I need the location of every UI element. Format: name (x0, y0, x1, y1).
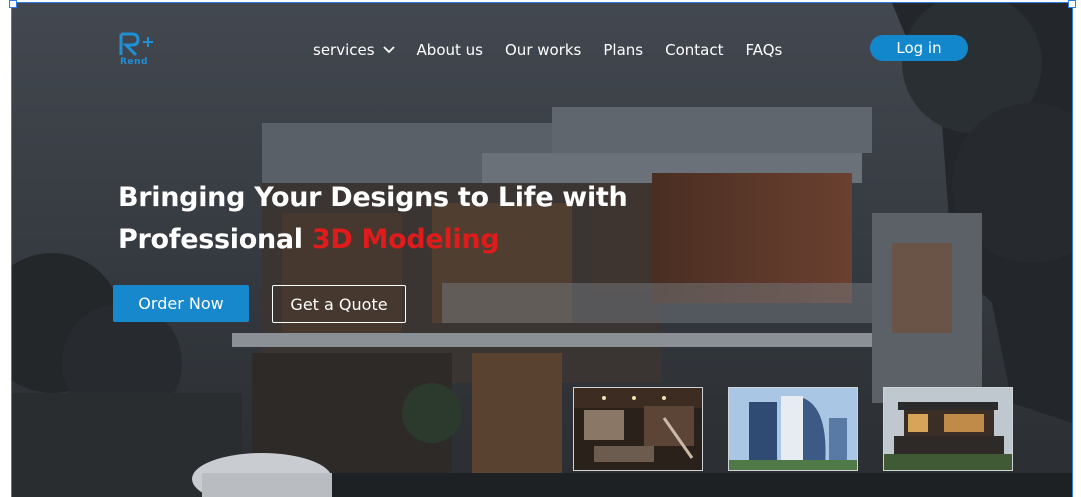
logo-text: Rend (120, 57, 148, 67)
villa-exterior-image-icon (884, 388, 1012, 470)
interior-living-room-image-icon (574, 388, 702, 470)
menu-item-plans[interactable]: Plans (603, 41, 643, 59)
get-a-quote-button[interactable]: Get a Quote (272, 285, 406, 323)
gallery-thumb-interior[interactable] (573, 387, 703, 471)
hero-frame: Rend services About us Our works Plans C… (11, 2, 1073, 497)
hero-title-line2-prefix: Professional (118, 224, 312, 255)
menu-item-label: services (313, 41, 375, 59)
rend-plus-logo-icon (119, 32, 153, 57)
menu-item-contact[interactable]: Contact (665, 41, 723, 59)
gallery-thumbnails (573, 387, 1038, 471)
gallery-thumb-tower[interactable] (728, 387, 858, 471)
menu-item-our-works[interactable]: Our works (505, 41, 581, 59)
gallery-thumb-villa[interactable] (883, 387, 1013, 471)
menu-item-faqs[interactable]: FAQs (745, 41, 782, 59)
main-menu: services About us Our works Plans Contac… (313, 41, 804, 59)
hero-actions: Order Now Get a Quote (113, 285, 406, 323)
selection-handle-tr[interactable] (1068, 0, 1076, 8)
hero-title-accent: 3D Modeling (311, 224, 500, 255)
hero-heading: Bringing Your Designs to Life with Profe… (118, 177, 628, 261)
logo[interactable]: Rend (118, 31, 160, 69)
login-button[interactable]: Log in (870, 35, 968, 61)
chevron-down-icon (382, 46, 395, 54)
modern-tower-image-icon (729, 388, 857, 470)
hero-title-line1: Bringing Your Designs to Life with (118, 182, 628, 213)
menu-item-services[interactable]: services (313, 41, 395, 59)
menu-item-about-us[interactable]: About us (417, 41, 483, 59)
order-now-button[interactable]: Order Now (113, 285, 249, 322)
hero-title: Bringing Your Designs to Life with Profe… (118, 177, 628, 261)
top-navigation: Rend services About us Our works Plans C… (12, 31, 1072, 71)
selection-handle-tl[interactable] (9, 0, 17, 8)
